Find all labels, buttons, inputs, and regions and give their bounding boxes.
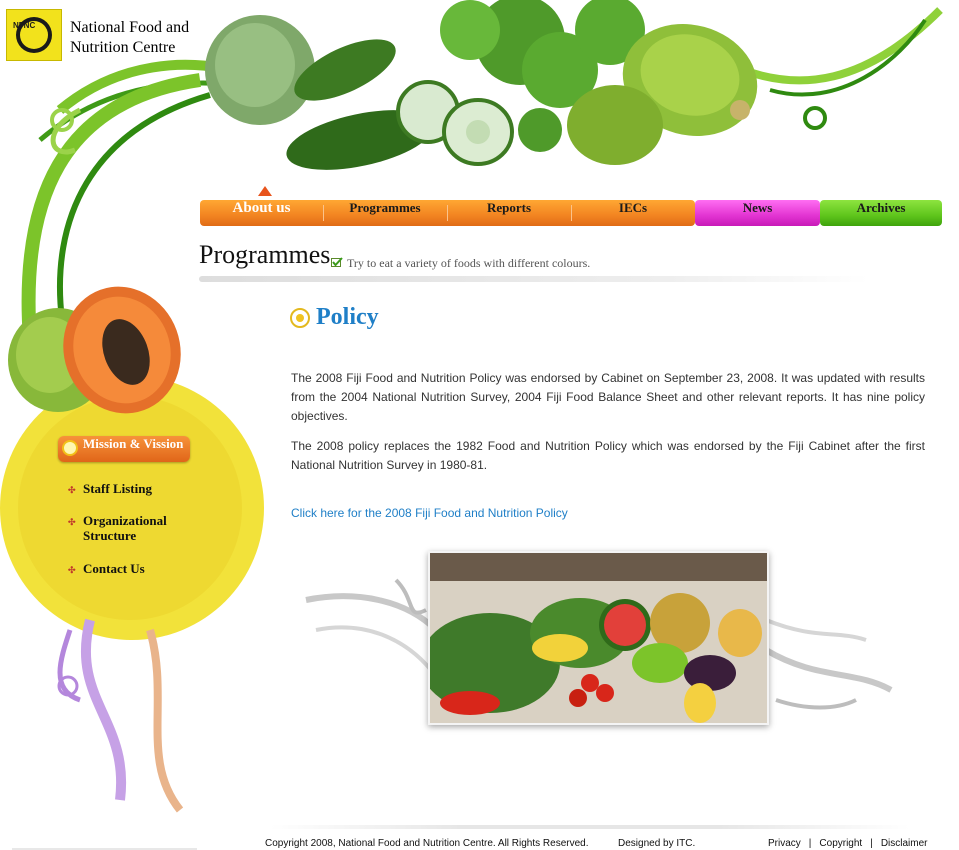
footer-separator: | xyxy=(808,838,812,849)
main-nav: About us Programmes Reports IECs News Ar… xyxy=(200,186,942,226)
nfnc-logo[interactable]: NFNC xyxy=(6,9,62,61)
vegetables-photo-image xyxy=(430,553,767,723)
footer-link-disclaimer[interactable]: Disclaimer xyxy=(881,838,928,849)
footer-divider xyxy=(270,825,910,829)
policy-paragraph-1: The 2008 Fiji Food and Nutrition Policy … xyxy=(291,371,925,423)
nav-reports[interactable]: Reports xyxy=(447,200,571,226)
footer-links: Privacy | Copyright | Disclaimer xyxy=(768,838,928,849)
sidebar-item-label: Staff Listing xyxy=(83,481,152,496)
vegetables-photo xyxy=(428,551,769,725)
title-divider xyxy=(199,276,869,282)
nav-archives[interactable]: Archives xyxy=(820,200,942,226)
footer-link-privacy[interactable]: Privacy xyxy=(768,838,801,849)
site-name-line2: Nutrition Centre xyxy=(70,39,176,56)
site-name[interactable]: National Food and Nutrition Centre xyxy=(70,18,189,58)
active-nav-marker-icon xyxy=(258,186,272,196)
nav-news[interactable]: News xyxy=(695,200,820,226)
tagline: Try to eat a variety of foods with diffe… xyxy=(331,256,590,271)
sidebar-item-staff-listing[interactable]: ✣ Staff Listing xyxy=(68,481,152,496)
checkmark-icon xyxy=(331,257,343,267)
bullet-icon: ✣ xyxy=(68,485,76,495)
site-name-line1: National Food and xyxy=(70,19,190,36)
nav-iecs[interactable]: IECs xyxy=(571,200,695,226)
tagline-text: Try to eat a variety of foods with diffe… xyxy=(347,256,591,270)
page-title: Programmes xyxy=(199,240,331,269)
nav-about-us[interactable]: About us xyxy=(200,200,323,226)
sidebar-item-label: Organizational Structure xyxy=(83,513,167,543)
sidebar-item-contact-us[interactable]: ✣ Contact Us xyxy=(68,561,145,576)
bullet-icon: ✣ xyxy=(68,517,76,527)
logo-mark: NFNC xyxy=(13,21,36,30)
sidebar-item-organizational-structure[interactable]: ✣ Organizational Structure xyxy=(68,513,178,543)
footer-link-copyright[interactable]: Copyright xyxy=(819,838,862,849)
heading-bullet-icon xyxy=(290,308,310,328)
footer-separator: | xyxy=(870,838,873,849)
policy-paragraph-2: The 2008 policy replaces the 1982 Food a… xyxy=(291,439,925,472)
policy-download-link[interactable]: Click here for the 2008 Fiji Food and Nu… xyxy=(291,506,568,520)
sidebar-item-mission-vission[interactable]: Mission & Vission xyxy=(58,436,190,462)
section-title: Policy xyxy=(316,304,379,330)
sidebar-item-label: Contact Us xyxy=(83,561,145,576)
copyright-text: Copyright 2008, National Food and Nutrit… xyxy=(265,838,589,849)
nav-programmes[interactable]: Programmes xyxy=(323,200,447,226)
designed-by-text: Designed by ITC. xyxy=(618,838,696,849)
bullet-dot-icon xyxy=(62,440,78,456)
bullet-icon: ✣ xyxy=(68,565,76,575)
sidebar-item-label: Mission & Vission xyxy=(83,436,184,451)
